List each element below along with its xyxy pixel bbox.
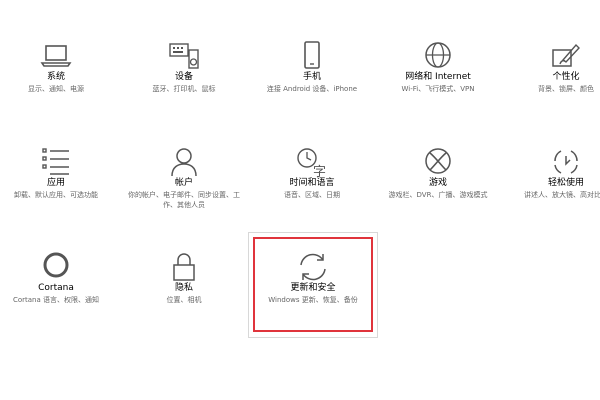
tile-update-security[interactable]: 更新和安全 Windows 更新、恢复、备份 — [253, 251, 373, 347]
ease-of-access-icon — [549, 146, 583, 180]
tile-title: 时间和语言 — [289, 178, 335, 188]
tile-cortana[interactable]: Cortana Cortana 语言、权限、通知 — [0, 251, 116, 347]
tile-devices[interactable]: 设备 蓝牙、打印机、鼠标 — [124, 40, 244, 136]
tile-system[interactable]: 系统 显示、通知、电源 — [0, 40, 116, 136]
laptop-icon — [39, 40, 73, 74]
tile-accounts[interactable]: 帐户 你的帐户、电子邮件、同步设置、工作、其他人员 — [124, 146, 244, 242]
tile-desc: 显示、通知、电源 — [28, 85, 84, 93]
tile-title: 应用 — [46, 178, 65, 188]
tile-phone[interactable]: 手机 连接 Android 设备、iPhone — [252, 40, 372, 136]
tile-title: 隐私 — [174, 283, 193, 293]
tile-title: 设备 — [174, 72, 193, 82]
tile-desc: 蓝牙、打印机、鼠标 — [152, 85, 216, 93]
tile-title: 手机 — [302, 72, 321, 82]
tile-desc: 位置、相机 — [166, 296, 202, 304]
tile-personalization[interactable]: 个性化 背景、锁屏、颜色 — [506, 40, 600, 136]
tile-ease-of-access[interactable]: 轻松使用 讲述人、放大镜、高对比度 — [506, 146, 600, 242]
tile-title: Cortana — [38, 283, 74, 293]
tile-desc: 卸载、默认应用、可选功能 — [14, 191, 98, 199]
tile-title: 游戏 — [428, 178, 447, 188]
tile-title: 帐户 — [174, 178, 193, 188]
tile-title: 网络和 Internet — [405, 72, 471, 82]
phone-icon — [295, 40, 329, 74]
tile-desc: 讲述人、放大镜、高对比度 — [524, 191, 600, 199]
person-icon — [167, 146, 201, 180]
keyboard-speaker-icon — [167, 40, 201, 74]
lock-icon — [167, 251, 201, 285]
tile-desc: 游戏栏、DVR、广播、游戏模式 — [388, 191, 488, 199]
sync-icon — [296, 251, 330, 285]
tile-title: 更新和安全 — [290, 283, 336, 293]
tile-title: 轻松使用 — [547, 178, 584, 188]
tile-desc: Windows 更新、恢复、备份 — [268, 296, 358, 304]
tile-gaming[interactable]: 游戏 游戏栏、DVR、广播、游戏模式 — [378, 146, 498, 242]
tile-title: 系统 — [46, 72, 65, 82]
tile-time-language[interactable]: 字 时间和语言 语音、区域、日期 — [252, 146, 372, 242]
cortana-icon — [39, 251, 73, 285]
tile-apps[interactable]: 应用 卸载、默认应用、可选功能 — [0, 146, 116, 242]
tile-desc: 你的帐户、电子邮件、同步设置、工作、其他人员 — [128, 191, 240, 209]
tile-privacy[interactable]: 隐私 位置、相机 — [124, 251, 244, 347]
tile-network[interactable]: 网络和 Internet Wi-Fi、飞行模式、VPN — [378, 40, 498, 136]
tile-desc: 背景、锁屏、颜色 — [538, 85, 594, 93]
time-language-icon: 字 — [295, 146, 329, 180]
tile-desc: 语音、区域、日期 — [284, 191, 340, 199]
paintbrush-icon — [549, 40, 583, 74]
tile-title: 个性化 — [552, 72, 580, 82]
globe-icon — [421, 40, 455, 74]
xbox-icon — [421, 146, 455, 180]
apps-list-icon — [39, 146, 73, 180]
tile-desc: 连接 Android 设备、iPhone — [266, 85, 358, 93]
tile-desc: Wi-Fi、飞行模式、VPN — [401, 85, 475, 93]
tile-desc: Cortana 语言、权限、通知 — [12, 296, 100, 304]
